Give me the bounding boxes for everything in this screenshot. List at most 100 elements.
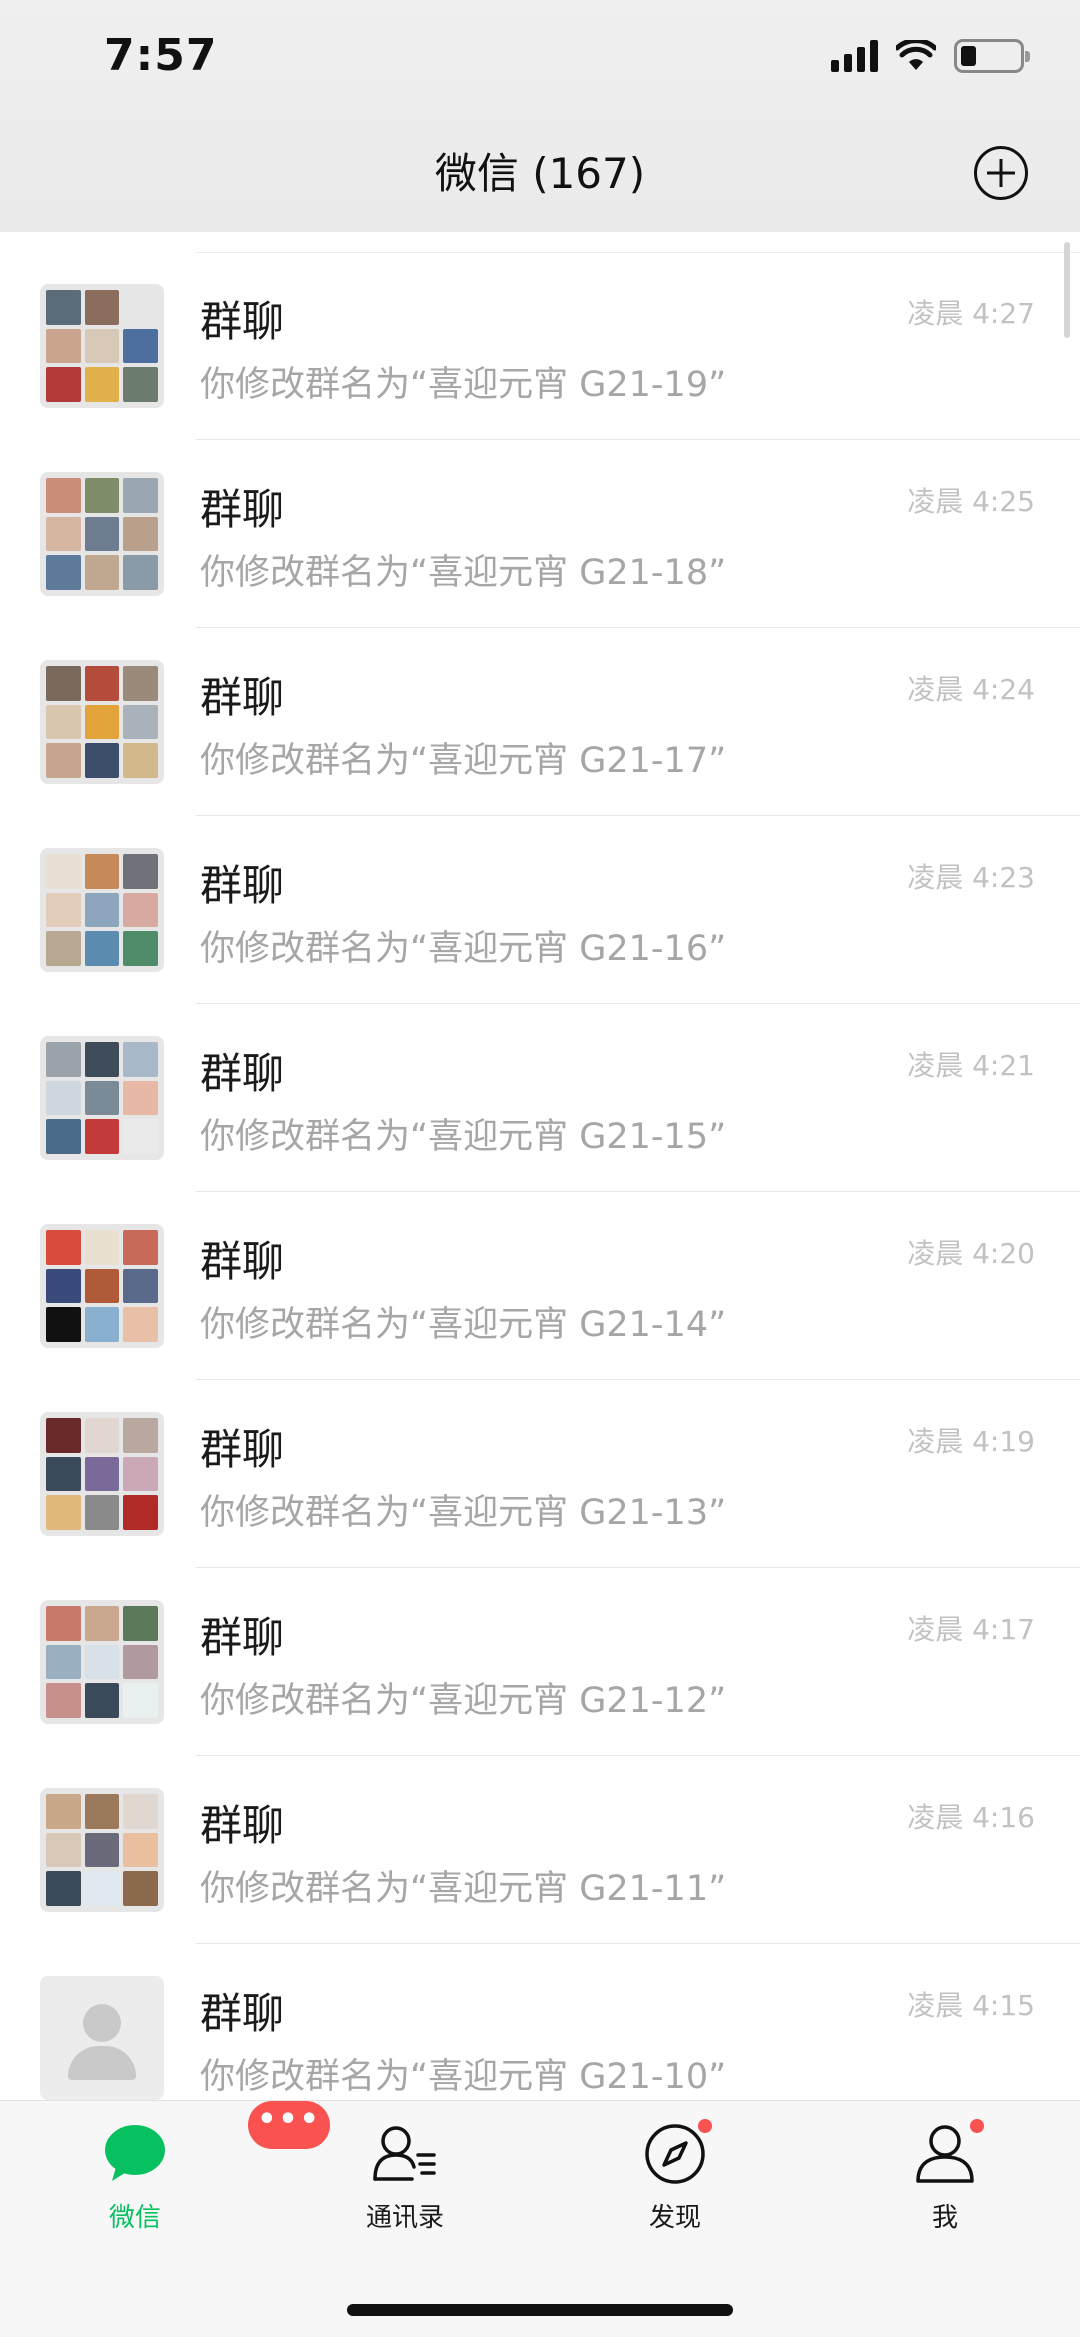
tab-label: 微信 [108,2203,161,2233]
chat-row[interactable]: 群聊 你修改群名为“喜迎元宵 G21-17” 凌晨 4:24 [0,628,1080,816]
avatar-tile [46,367,81,402]
avatar-tile [123,1683,158,1718]
contacts-icon [372,2121,438,2187]
chat-last-message: 你修改群名为“喜迎元宵 G21-15” [200,1117,727,1157]
avatar-tile [123,1042,158,1077]
avatar-tile [84,1230,120,1265]
avatar-tile [84,666,120,701]
chat-row[interactable]: 群聊 你修改群名为“喜迎元宵 G21-12” 凌晨 4:17 [0,1568,1080,1756]
avatar-tile [123,1832,158,1868]
avatar-tile [84,1683,120,1718]
avatar-tile [84,290,120,325]
notification-dot [696,2117,714,2135]
chat-name: 群聊 [200,1989,285,2038]
avatar-tile [46,1418,81,1453]
avatar-tile [46,1871,81,1906]
avatar-tile [46,1080,81,1116]
unread-badge: ••• [248,2101,330,2149]
chat-name: 群聊 [200,297,285,346]
group-avatar [40,1412,164,1536]
group-avatar [40,1036,164,1160]
avatar-tile [46,1307,81,1342]
chat-timestamp: 凌晨 4:17 [907,1613,1035,1646]
chat-timestamp: 凌晨 4:16 [907,1801,1035,1834]
avatar-tile [46,743,81,778]
compass-icon [642,2117,714,2187]
status-time: 7:57 [104,30,218,81]
chat-row[interactable]: 群聊 你修改群名为“喜迎元宵 G21-19” 凌晨 4:27 [0,252,1080,440]
avatar-tile [46,478,81,513]
group-avatar [40,1600,164,1724]
avatar-tile [46,555,81,590]
chat-row[interactable]: 群聊 你修改群名为“喜迎元宵 G21-11” 凌晨 4:16 [0,1756,1080,1944]
chat-row[interactable]: 群聊 你修改群名为“喜迎元宵 G21-15” 凌晨 4:21 [0,1004,1080,1192]
group-avatar [40,284,164,408]
home-indicator[interactable] [347,2304,733,2316]
chat-name: 群聊 [200,1425,285,1474]
avatar-tile [46,1794,81,1829]
avatar-tile [123,1495,158,1530]
avatar-tile [123,478,158,513]
avatar-tile [123,1119,158,1154]
avatar-tile [123,892,158,928]
avatar-tile [123,290,158,325]
chat-last-message: 你修改群名为“喜迎元宵 G21-10” [200,2057,727,2097]
chat-bubble-icon: ••• [102,2101,330,2187]
chat-timestamp: 凌晨 4:27 [907,297,1035,330]
chat-name: 群聊 [200,1049,285,1098]
avatar-tile [123,1606,158,1641]
tab-bar: ••• 微信 通讯录 发现 我 [0,2100,1080,2337]
avatar-tile [46,1042,81,1077]
add-plus-icon[interactable] [974,146,1028,200]
chat-row[interactable]: 群聊 你修改群名为“喜迎元宵 G21-18” 凌晨 4:25 [0,440,1080,628]
chat-name: 群聊 [200,1237,285,1286]
avatar-tile [123,1871,158,1906]
avatar-tile [84,328,120,364]
avatar-tile [84,1644,120,1680]
avatar-tile [123,743,158,778]
avatar-tile [46,892,81,928]
avatar-tile [123,931,158,966]
avatar-tile [46,854,81,889]
avatar-tile [123,555,158,590]
avatar-tile [84,704,120,740]
chat-name: 群聊 [200,1801,285,1850]
chat-last-message: 你修改群名为“喜迎元宵 G21-13” [200,1493,727,1533]
avatar-tile [46,704,81,740]
person-icon [912,2117,986,2187]
avatar-tile [123,516,158,552]
chat-list: 群聊 你修改群名为“喜迎元宵 G21-19” 凌晨 4:27 群聊 你修改群名为“喜迎元… [0,252,1080,2132]
chat-name: 群聊 [200,1613,285,1662]
chat-row[interactable]: 群聊 你修改群名为“喜迎元宵 G21-14” 凌晨 4:20 [0,1192,1080,1380]
avatar-tile [84,1080,120,1116]
tab-contacts[interactable]: 通讯录 [325,2121,485,2251]
tab-me[interactable]: 我 [865,2117,1025,2251]
group-avatar [40,660,164,784]
avatar-tile [123,1456,158,1492]
chat-timestamp: 凌晨 4:15 [907,1989,1035,2022]
avatar-tile [84,1268,120,1304]
avatar-tile [84,478,120,513]
chat-timestamp: 凌晨 4:25 [907,485,1035,518]
avatar-tile [84,1042,120,1077]
avatar-tile [46,1456,81,1492]
tab-discover[interactable]: 发现 [595,2117,755,2251]
tab-label: 发现 [648,2203,701,2233]
chat-row[interactable]: 群聊 你修改群名为“喜迎元宵 G21-16” 凌晨 4:23 [0,816,1080,1004]
avatar-tile [84,1119,120,1154]
avatar-tile [123,328,158,364]
avatar-tile [46,931,81,966]
avatar-tile [46,1268,81,1304]
avatar-tile [84,1307,120,1342]
avatar-tile [123,367,158,402]
avatar-tile [84,743,120,778]
avatar-tile [123,666,158,701]
avatar-tile [46,1119,81,1154]
chat-timestamp: 凌晨 4:23 [907,861,1035,894]
avatar-tile [84,367,120,402]
wifi-icon [896,40,936,70]
tab-chats[interactable]: ••• 微信 [55,2101,330,2251]
chat-row[interactable]: 群聊 你修改群名为“喜迎元宵 G21-13” 凌晨 4:19 [0,1380,1080,1568]
scrollbar[interactable] [1064,242,1070,338]
avatar-tile [46,1606,81,1641]
